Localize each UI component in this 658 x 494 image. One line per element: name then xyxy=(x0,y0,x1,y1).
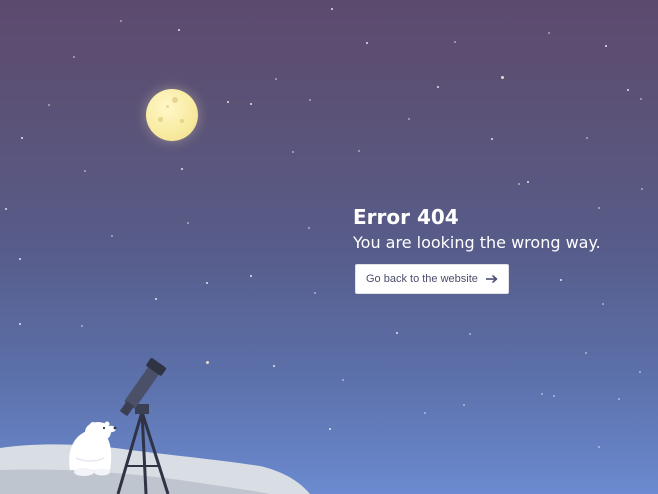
polar-bear-icon xyxy=(69,421,117,476)
hill-illustration xyxy=(0,358,310,494)
error-404-scene: Error 404 You are looking the wrong way.… xyxy=(0,0,658,494)
